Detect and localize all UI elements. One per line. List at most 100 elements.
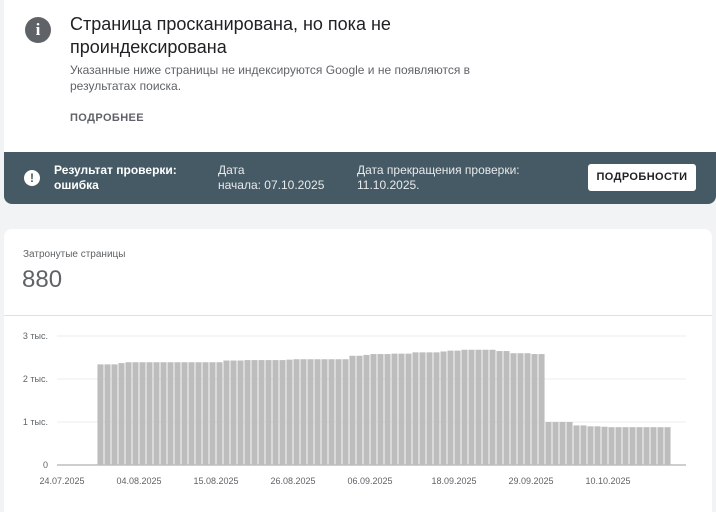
issue-description: Указанные ниже страницы не индексируются… bbox=[70, 63, 471, 93]
bar-56[interactable] bbox=[454, 350, 461, 465]
y-tick-label-3: 3 тыс. bbox=[23, 331, 48, 341]
bar-35[interactable] bbox=[307, 359, 314, 465]
learn-more-link[interactable]: ПОДРОБНЕЕ bbox=[70, 112, 144, 124]
affected-pages-chart: 0 1 тыс. 2 тыс. 3 тыс. 24.07.2025 04.08.2025 1… bbox=[23, 331, 686, 486]
bar-49[interactable] bbox=[405, 353, 412, 465]
bar-54[interactable] bbox=[440, 351, 447, 465]
x-tick-label-6: 29.09.2025 bbox=[508, 476, 553, 486]
bar-13[interactable] bbox=[153, 362, 160, 465]
bar-25[interactable] bbox=[237, 360, 244, 465]
validation-start-date: Дата начала: 07.10.2025 bbox=[218, 163, 348, 193]
bar-19[interactable] bbox=[195, 362, 202, 465]
bar-22[interactable] bbox=[216, 362, 223, 465]
bar-78[interactable] bbox=[608, 427, 615, 465]
x-tick-label-2: 15.08.2025 bbox=[193, 476, 238, 486]
bar-51[interactable] bbox=[419, 352, 426, 465]
bar-86[interactable] bbox=[664, 427, 671, 465]
bar-64[interactable] bbox=[510, 353, 517, 465]
bar-9[interactable] bbox=[125, 362, 132, 465]
bar-32[interactable] bbox=[286, 359, 293, 465]
bar-62[interactable] bbox=[496, 351, 503, 465]
bar-20[interactable] bbox=[202, 362, 209, 465]
bar-44[interactable] bbox=[370, 354, 377, 465]
bar-77[interactable] bbox=[601, 426, 608, 465]
bar-70[interactable] bbox=[552, 422, 559, 465]
bar-85[interactable] bbox=[657, 427, 664, 465]
start-date-label: Дата bbox=[218, 163, 245, 177]
bar-73[interactable] bbox=[573, 425, 580, 465]
bar-60[interactable] bbox=[482, 349, 489, 465]
bar-18[interactable] bbox=[188, 362, 195, 465]
bar-82[interactable] bbox=[636, 427, 643, 465]
bar-57[interactable] bbox=[461, 349, 468, 465]
bar-71[interactable] bbox=[559, 422, 566, 465]
bar-14[interactable] bbox=[160, 362, 167, 465]
bar-79[interactable] bbox=[615, 427, 622, 465]
bar-81[interactable] bbox=[629, 427, 636, 465]
bar-39[interactable] bbox=[335, 359, 342, 465]
bar-23[interactable] bbox=[223, 360, 230, 465]
bar-31[interactable] bbox=[279, 360, 286, 465]
bar-43[interactable] bbox=[363, 354, 370, 465]
bar-6[interactable] bbox=[104, 364, 111, 465]
bar-69[interactable] bbox=[545, 422, 552, 465]
x-tick-label-0: 24.07.2025 bbox=[39, 476, 84, 486]
bar-48[interactable] bbox=[398, 353, 405, 465]
bar-46[interactable] bbox=[384, 354, 391, 465]
error-icon: ! bbox=[24, 170, 40, 186]
bar-63[interactable] bbox=[503, 351, 510, 465]
bar-52[interactable] bbox=[426, 352, 433, 465]
bar-75[interactable] bbox=[587, 426, 594, 465]
bar-55[interactable] bbox=[447, 350, 454, 465]
affected-pages-card: Затронутые страницы 880 01 тыс. 2 тыс. 3 т… bbox=[4, 229, 712, 512]
bar-11[interactable] bbox=[139, 362, 146, 465]
bar-67[interactable] bbox=[531, 354, 538, 465]
bar-21[interactable] bbox=[209, 362, 216, 465]
bar-8[interactable] bbox=[118, 363, 125, 465]
bar-38[interactable] bbox=[328, 359, 335, 465]
bar-53[interactable] bbox=[433, 352, 440, 465]
end-date-value: 11.10.2025. bbox=[357, 178, 420, 192]
bar-40[interactable] bbox=[342, 359, 349, 465]
bar-37[interactable] bbox=[321, 359, 328, 465]
bar-34[interactable] bbox=[300, 359, 307, 465]
issue-title: Страница просканирована, но пока не прои… bbox=[70, 14, 391, 57]
info-icon: i bbox=[25, 17, 51, 43]
bar-5[interactable] bbox=[97, 364, 104, 465]
bar-59[interactable] bbox=[475, 349, 482, 465]
bar-76[interactable] bbox=[594, 426, 601, 465]
bar-50[interactable] bbox=[412, 352, 419, 465]
bar-16[interactable] bbox=[174, 362, 181, 465]
bar-36[interactable] bbox=[314, 359, 321, 465]
bar-27[interactable] bbox=[251, 360, 258, 465]
bar-26[interactable] bbox=[244, 360, 251, 465]
bar-24[interactable] bbox=[230, 360, 237, 465]
bar-41[interactable] bbox=[349, 355, 356, 465]
bar-80[interactable] bbox=[622, 427, 629, 465]
bar-7[interactable] bbox=[111, 364, 118, 465]
bar-12[interactable] bbox=[146, 362, 153, 465]
bar-15[interactable] bbox=[167, 362, 174, 465]
x-tick-label-7: 10.10.2025 bbox=[585, 476, 630, 486]
bar-61[interactable] bbox=[489, 349, 496, 465]
details-button[interactable]: ПОДРОБНОСТИ bbox=[588, 164, 696, 191]
bar-58[interactable] bbox=[468, 349, 475, 465]
bar-42[interactable] bbox=[356, 355, 363, 465]
bar-68[interactable] bbox=[538, 354, 545, 465]
x-tick-label-1: 04.08.2025 bbox=[116, 476, 161, 486]
bar-66[interactable] bbox=[524, 353, 531, 465]
bar-10[interactable] bbox=[132, 362, 139, 465]
bar-28[interactable] bbox=[258, 360, 265, 465]
end-date-label: Дата прекращения проверки: bbox=[357, 163, 520, 177]
bar-65[interactable] bbox=[517, 353, 524, 465]
bar-33[interactable] bbox=[293, 359, 300, 465]
bar-17[interactable] bbox=[181, 362, 188, 465]
bar-72[interactable] bbox=[566, 422, 573, 465]
bar-74[interactable] bbox=[580, 425, 587, 465]
bar-47[interactable] bbox=[391, 353, 398, 465]
bar-29[interactable] bbox=[265, 360, 272, 465]
bar-30[interactable] bbox=[272, 360, 279, 465]
bar-45[interactable] bbox=[377, 354, 384, 465]
bar-84[interactable] bbox=[650, 427, 657, 465]
bar-83[interactable] bbox=[643, 427, 650, 465]
